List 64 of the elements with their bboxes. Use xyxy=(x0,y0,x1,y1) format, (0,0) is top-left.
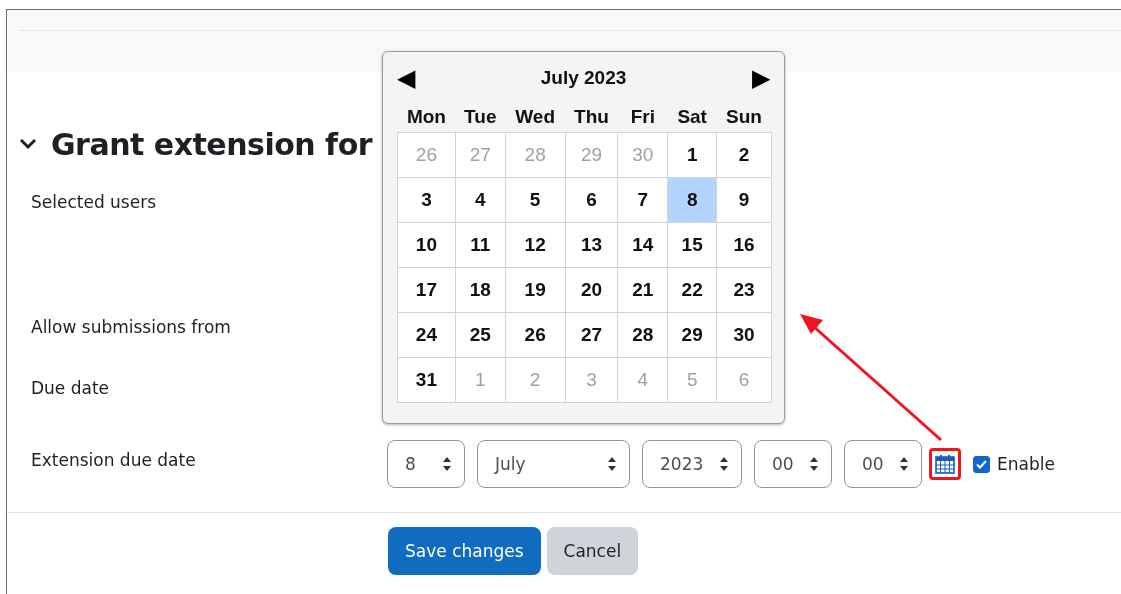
weekday-header: Fri xyxy=(617,102,668,133)
section-title: Grant extension for xyxy=(51,126,373,162)
day-cell[interactable]: 28 xyxy=(617,312,668,358)
day-cell[interactable]: 5 xyxy=(505,177,566,223)
day-cell[interactable]: 27 xyxy=(565,312,618,358)
calendar-icon xyxy=(934,453,956,475)
check-icon xyxy=(976,459,987,469)
day-cell[interactable]: 6 xyxy=(565,177,618,223)
previous-month-button[interactable]: ◀ xyxy=(397,64,415,92)
day-cell[interactable]: 31 xyxy=(397,357,456,403)
day-cell[interactable]: 9 xyxy=(716,177,772,223)
sort-icon xyxy=(607,456,617,472)
day-cell[interactable]: 23 xyxy=(716,267,772,313)
select-field[interactable]: 00 xyxy=(754,440,832,488)
next-month-button[interactable]: ▶ xyxy=(752,64,770,92)
weekday-header: Wed xyxy=(505,102,566,133)
calendar-button[interactable] xyxy=(929,448,961,480)
select-field[interactable]: 2023 xyxy=(642,440,742,488)
field-label: Selected users xyxy=(31,192,158,214)
select-field[interactable]: 8 xyxy=(387,440,465,488)
weekday-header: Sat xyxy=(667,102,717,133)
sort-icon xyxy=(809,456,819,472)
day-cell[interactable]: 12 xyxy=(505,222,566,268)
cancel-button[interactable]: Cancel xyxy=(546,527,639,575)
field-label: Allow submissions from xyxy=(31,317,232,339)
day-cell[interactable]: 15 xyxy=(667,222,717,268)
sort-icon xyxy=(442,456,452,472)
field-label: Extension due date xyxy=(31,449,197,472)
day-cell[interactable]: 1 xyxy=(667,132,717,178)
sort-icon xyxy=(899,456,909,472)
select-field[interactable]: 00 xyxy=(844,440,922,488)
chevron-icon[interactable] xyxy=(19,138,37,150)
day-cell[interactable]: 20 xyxy=(565,267,618,313)
month-title: July 2023 xyxy=(540,67,627,89)
day-cell[interactable]: 4 xyxy=(455,177,506,223)
day-cell[interactable]: 16 xyxy=(716,222,772,268)
day-cell[interactable]: 24 xyxy=(397,312,456,358)
day-cell[interactable]: 17 xyxy=(397,267,456,313)
day-cell[interactable]: 30 xyxy=(716,312,772,358)
day-cell[interactable]: 14 xyxy=(617,222,668,268)
day-cell[interactable]: 25 xyxy=(455,312,506,358)
weekday-header: Sun xyxy=(716,102,772,133)
day-cell[interactable]: 29 xyxy=(667,312,717,358)
day-cell[interactable]: 21 xyxy=(617,267,668,313)
save-button[interactable]: Save changes xyxy=(388,527,541,575)
day-cell[interactable]: 10 xyxy=(397,222,456,268)
enable-checkbox[interactable] xyxy=(973,455,990,473)
day-cell[interactable]: 3 xyxy=(397,177,456,223)
day-cell[interactable]: 22 xyxy=(667,267,717,313)
day-cell[interactable]: 11 xyxy=(455,222,506,268)
day-cell[interactable]: 7 xyxy=(617,177,668,223)
day-cell[interactable]: 19 xyxy=(505,267,566,313)
day-cell[interactable]: 26 xyxy=(505,312,566,358)
weekday-header: Thu xyxy=(565,102,618,133)
sort-icon xyxy=(719,456,729,472)
select-field[interactable]: July xyxy=(477,440,630,488)
day-cell[interactable]: 13 xyxy=(565,222,618,268)
day-cell[interactable]: 2 xyxy=(716,132,772,178)
day-cell[interactable]: 18 xyxy=(455,267,506,313)
enable-label: Enable xyxy=(997,454,1055,474)
weekday-header: Tue xyxy=(455,102,506,133)
field-label: Due date xyxy=(31,378,111,400)
weekday-header: Mon xyxy=(397,102,456,133)
day-cell[interactable]: 8 xyxy=(667,177,717,223)
